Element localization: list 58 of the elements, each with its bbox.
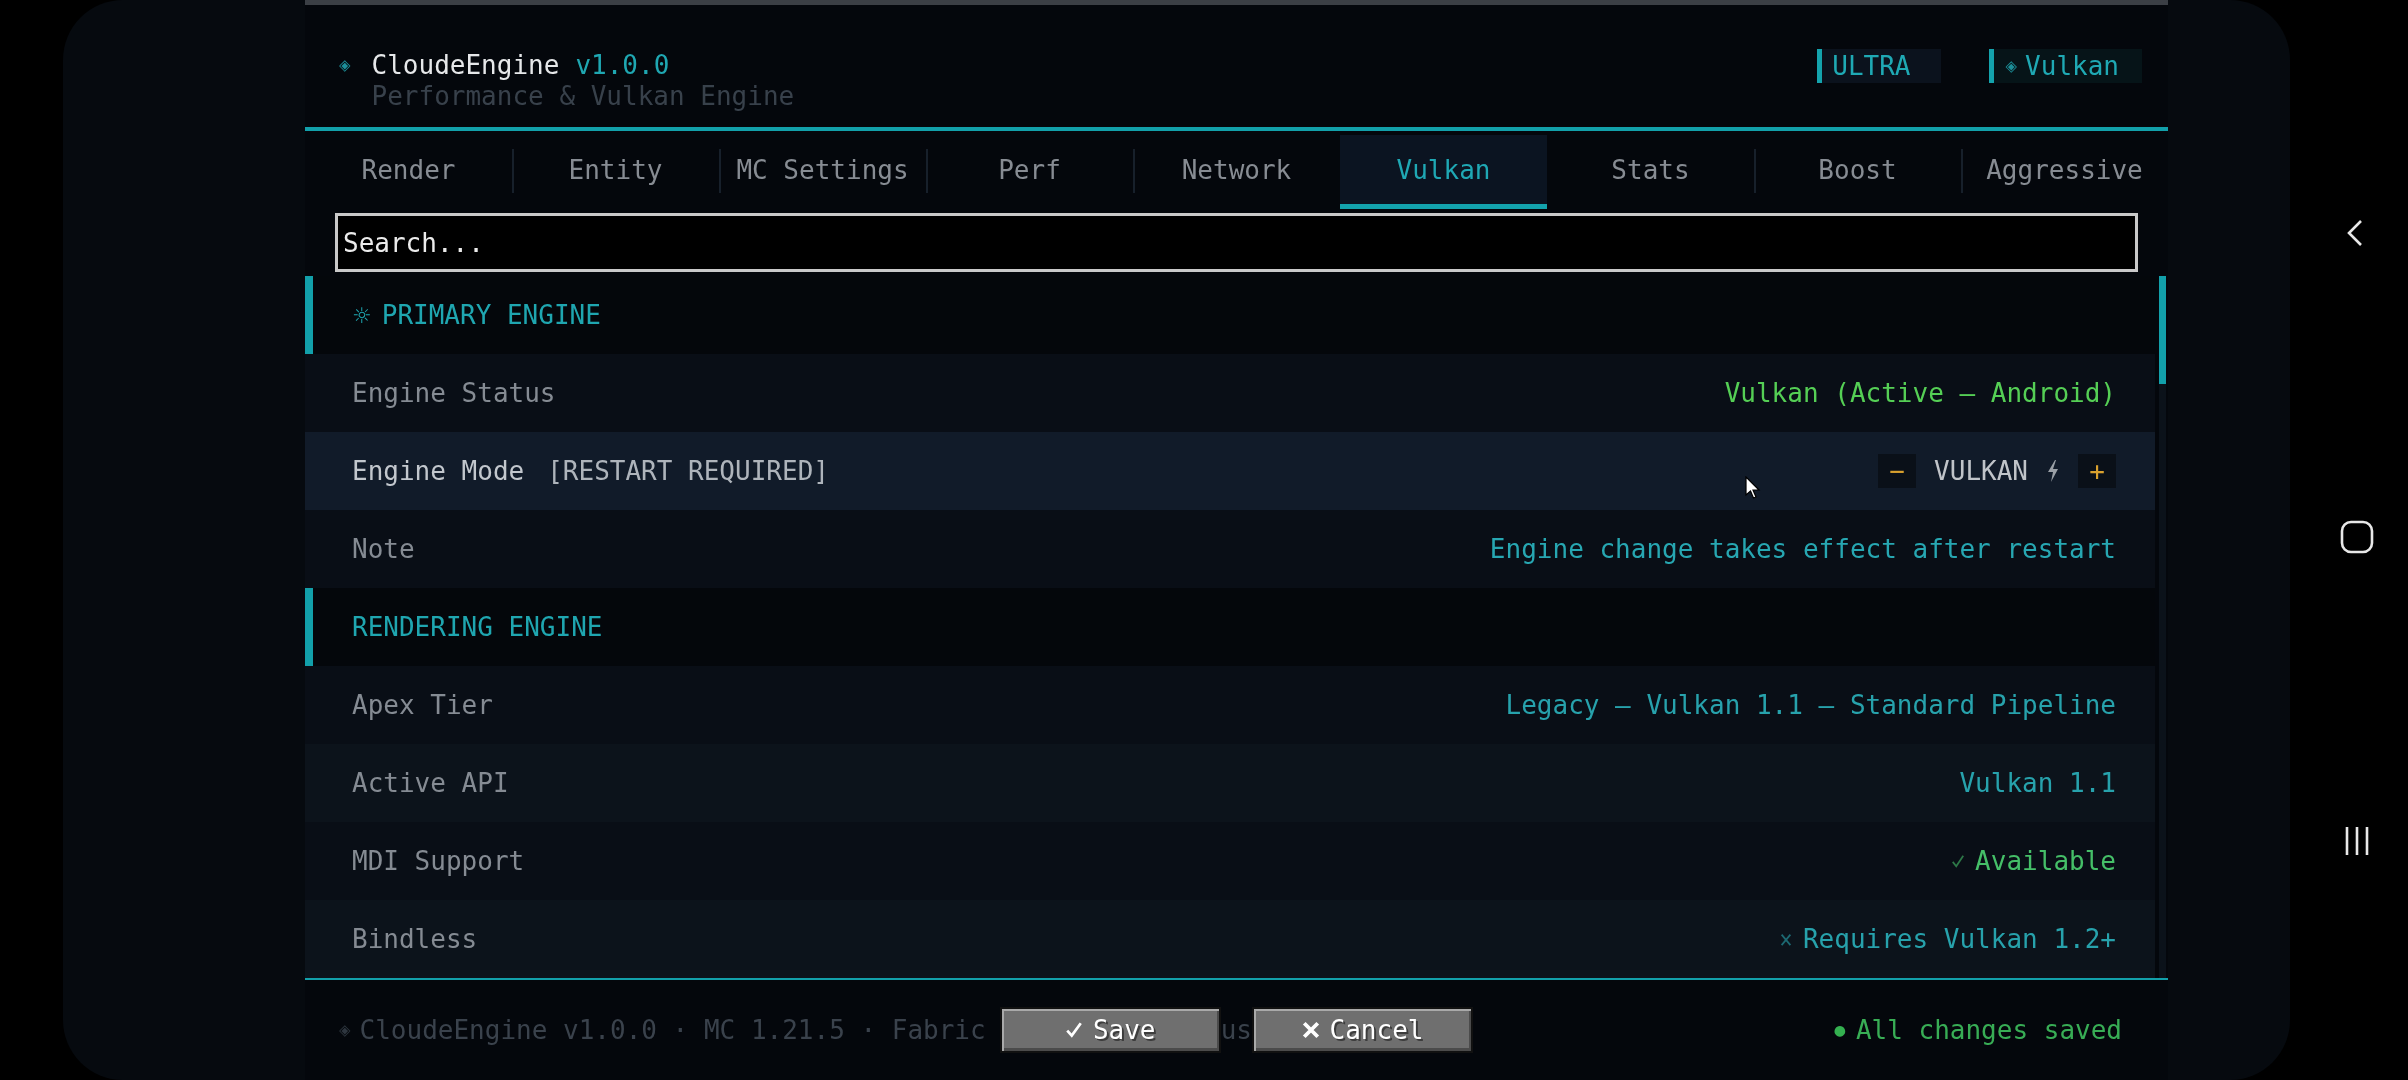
decrement-button[interactable]: −	[1878, 454, 1917, 488]
status-dot-icon: ●	[1833, 1022, 1846, 1038]
search-field[interactable]: Search...	[335, 213, 2138, 272]
app-title: CloudeEngine	[371, 50, 560, 81]
check-icon	[1064, 1021, 1083, 1039]
tab[interactable]: Perf	[926, 135, 1133, 209]
tab[interactable]: Aggressive	[1961, 135, 2168, 209]
scrollbar-thumb[interactable]	[2159, 276, 2166, 384]
quality-label: ULTRA	[1832, 50, 1911, 83]
tab[interactable]: MC Settings	[719, 135, 926, 209]
sun-icon: ☼	[352, 302, 372, 328]
setting-label: Engine Mode	[352, 456, 525, 486]
setting-label: Engine Status	[352, 378, 556, 408]
setting-row[interactable]: Active API Vulkan 1.1	[305, 744, 2155, 822]
setting-row[interactable]: Engine Mode [RESTART REQUIRED] − VULKAN +	[305, 432, 2155, 510]
engine-label: Vulkan	[2025, 50, 2119, 83]
setting-label: Active API	[352, 768, 509, 798]
tab[interactable]: Network	[1133, 135, 1340, 209]
bolt-icon	[2046, 460, 2060, 482]
diamond-icon: ◈	[2005, 50, 2018, 82]
setting-row[interactable]: Bindless Requires Vulkan 1.2+	[305, 900, 2155, 978]
cancel-button[interactable]: Cancel	[1252, 1007, 1473, 1053]
setting-label: MDI Support	[352, 846, 525, 876]
scrollbar[interactable]	[2159, 276, 2166, 978]
tab[interactable]: Entity	[512, 135, 719, 209]
tab[interactable]: Boost	[1754, 135, 1961, 209]
setting-label: Bindless	[352, 924, 478, 954]
version-label: v1.0.0	[575, 50, 670, 81]
setting-row[interactable]: Engine Status Vulkan (Active — Android)	[305, 354, 2155, 432]
setting-value: Requires Vulkan 1.2+	[1802, 924, 2116, 954]
section-title: PRIMARY ENGINE	[381, 300, 601, 330]
tab[interactable]: Render	[305, 135, 512, 209]
save-button[interactable]: Save	[999, 1007, 1221, 1053]
home-icon[interactable]	[2339, 519, 2375, 555]
setting-label: Apex Tier	[352, 690, 493, 720]
setting-row[interactable]: Note Engine change takes effect after restart	[305, 510, 2155, 588]
setting-value: Legacy — Vulkan 1.1 — Standard Pipeline	[1505, 690, 2116, 720]
close-icon	[1301, 1021, 1320, 1039]
setting-label: Note	[352, 534, 415, 564]
footer-info: CloudeEngine v1.0.0 · MC 1.21.5 · Fabric	[359, 1015, 986, 1045]
setting-value: Vulkan 1.1	[1959, 768, 2116, 798]
save-status: All changes saved	[1855, 1015, 2122, 1045]
diamond-icon: ◈	[339, 50, 351, 81]
section-title: RENDERING ENGINE	[352, 612, 603, 642]
mouse-cursor-icon	[1745, 476, 1761, 500]
diamond-icon: ◈	[339, 1014, 351, 1046]
mode-value: VULKAN	[1934, 456, 2028, 486]
increment-button[interactable]: +	[2078, 454, 2116, 488]
restart-tag: [RESTART REQUIRED]	[547, 456, 829, 486]
setting-value: Engine change takes effect after restart	[1489, 534, 2116, 564]
tab[interactable]: Stats	[1547, 135, 1754, 209]
app-subtitle: Performance & Vulkan Engine	[371, 81, 795, 112]
tab[interactable]: Vulkan	[1340, 135, 1547, 209]
setting-row[interactable]: Apex Tier Legacy — Vulkan 1.1 — Standard Pipeline	[305, 666, 2155, 744]
setting-row[interactable]: MDI Support Available	[305, 822, 2155, 900]
setting-value: Vulkan (Active — Android)	[1724, 378, 2116, 408]
setting-value: Available	[1975, 846, 2116, 876]
footer-text: us	[1220, 1015, 1252, 1045]
